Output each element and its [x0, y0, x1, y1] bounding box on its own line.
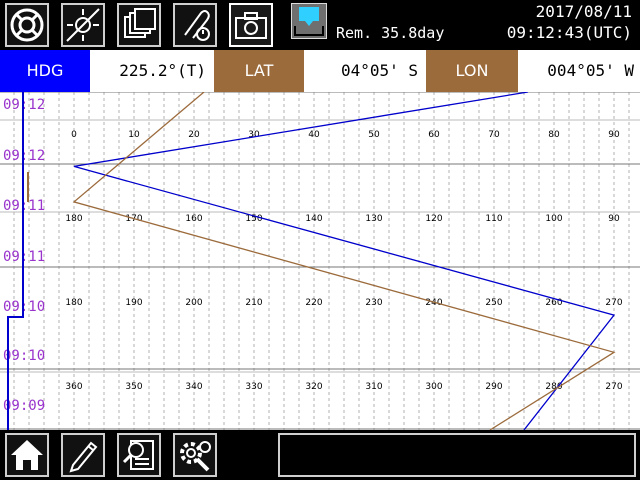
search-button[interactable]	[117, 433, 161, 477]
band-tick-label: 270	[605, 298, 622, 308]
time-label: 09:12	[3, 97, 45, 113]
home-icon	[11, 440, 43, 470]
band-tick-label: 270	[605, 382, 622, 392]
band-tick-label: 240	[425, 298, 442, 308]
band-tick-label: 340	[185, 382, 202, 392]
band-tick-label: 200	[185, 298, 202, 308]
camera-button[interactable]	[229, 3, 273, 47]
band-tick-label: 260	[545, 298, 562, 308]
band-tick-label: 230	[365, 298, 382, 308]
band-tick-label: 310	[365, 382, 382, 392]
band-tick-label: 250	[485, 298, 502, 308]
band-tick-label: 320	[305, 382, 322, 392]
bottom-toolbar	[0, 430, 640, 480]
band-tick-label: 60	[428, 130, 440, 140]
clip-clock-button[interactable]	[173, 3, 217, 47]
hdg-label: HDG	[0, 50, 90, 92]
home-button[interactable]	[5, 433, 49, 477]
message-box	[278, 433, 636, 477]
band-tick-label: 210	[245, 298, 262, 308]
settings-button[interactable]	[173, 433, 217, 477]
band-tick-label: 0	[71, 130, 77, 140]
clip-clock-icon	[184, 10, 210, 41]
band-tick-label: 20	[188, 130, 200, 140]
band-tick-label: 220	[305, 298, 322, 308]
band-tick-label: 90	[608, 130, 620, 140]
lon-value: 004°05' W	[518, 50, 640, 92]
time-label: 09:10	[3, 299, 45, 315]
lon-label: LON	[426, 50, 518, 92]
band-tick-label: 30	[248, 130, 260, 140]
band-tick-label: 70	[488, 130, 500, 140]
lifebuoy-icon	[10, 8, 44, 42]
band-tick-label: 180	[65, 214, 82, 224]
band-tick-label: 90	[608, 214, 620, 224]
band-tick-label: 300	[425, 382, 442, 392]
band-tick-label: 160	[185, 214, 202, 224]
hdg-value: 225.2°(T)	[90, 50, 214, 92]
band-tick-label: 100	[545, 214, 562, 224]
time-label: 09:11	[3, 249, 45, 265]
time-label: 09:12	[3, 148, 45, 164]
band-tick-label: 80	[548, 130, 560, 140]
camera-icon	[235, 12, 267, 39]
pencil-icon	[69, 441, 98, 473]
band-tick-label: 10	[128, 130, 140, 140]
current-time: 09:12:43(UTC)	[506, 23, 632, 42]
sun-dial-icon	[66, 8, 100, 42]
remaining-storage: Rem. 35.8day	[336, 24, 445, 42]
current-date: 2017/08/11	[535, 2, 632, 21]
time-label: 09:10	[3, 348, 45, 364]
band-tick-label: 110	[485, 214, 502, 224]
band-tick-label: 360	[65, 382, 82, 392]
status-bar: HDG 225.2°(T) LAT 04°05' S LON 004°05' W	[0, 50, 640, 92]
band-tick-label: 130	[365, 214, 382, 224]
layers-icon	[124, 8, 156, 38]
layers-button[interactable]	[117, 3, 161, 47]
band-tick-label: 190	[125, 298, 142, 308]
lifebuoy-button[interactable]	[5, 3, 49, 47]
sd-card-download-icon	[294, 7, 324, 36]
band-tick-label: 330	[245, 382, 262, 392]
band-tick-label: 140	[305, 214, 322, 224]
time-label: 09:11	[3, 198, 45, 214]
band-tick-label: 180	[65, 298, 82, 308]
lat-value: 04°05' S	[304, 50, 426, 92]
heading-chart: 0 10 20 30 40 50 60 70 80 90180 170 160 150 140 130 120…	[0, 92, 640, 430]
edit-button[interactable]	[61, 433, 105, 477]
band-tick-label: 50	[368, 130, 380, 140]
sd-card-download-button[interactable]	[291, 3, 327, 39]
band-tick-label: 120	[425, 214, 442, 224]
band-tick-label: 350	[125, 382, 142, 392]
heading-plot[interactable]: 0 10 20 30 40 50 60 70 80 90 180 170 160 150 140 130 120…	[0, 92, 640, 430]
brightness-button[interactable]	[61, 3, 105, 47]
time-label: 09:09	[3, 398, 45, 414]
lat-label: LAT	[214, 50, 304, 92]
band-tick-label: 290	[485, 382, 502, 392]
search-document-icon	[122, 440, 154, 470]
top-toolbar: Rem. 35.8day 2017/08/11 09:12:43(UTC)	[0, 0, 640, 50]
gear-wrench-icon	[180, 441, 211, 472]
band-tick-label: 40	[308, 130, 320, 140]
